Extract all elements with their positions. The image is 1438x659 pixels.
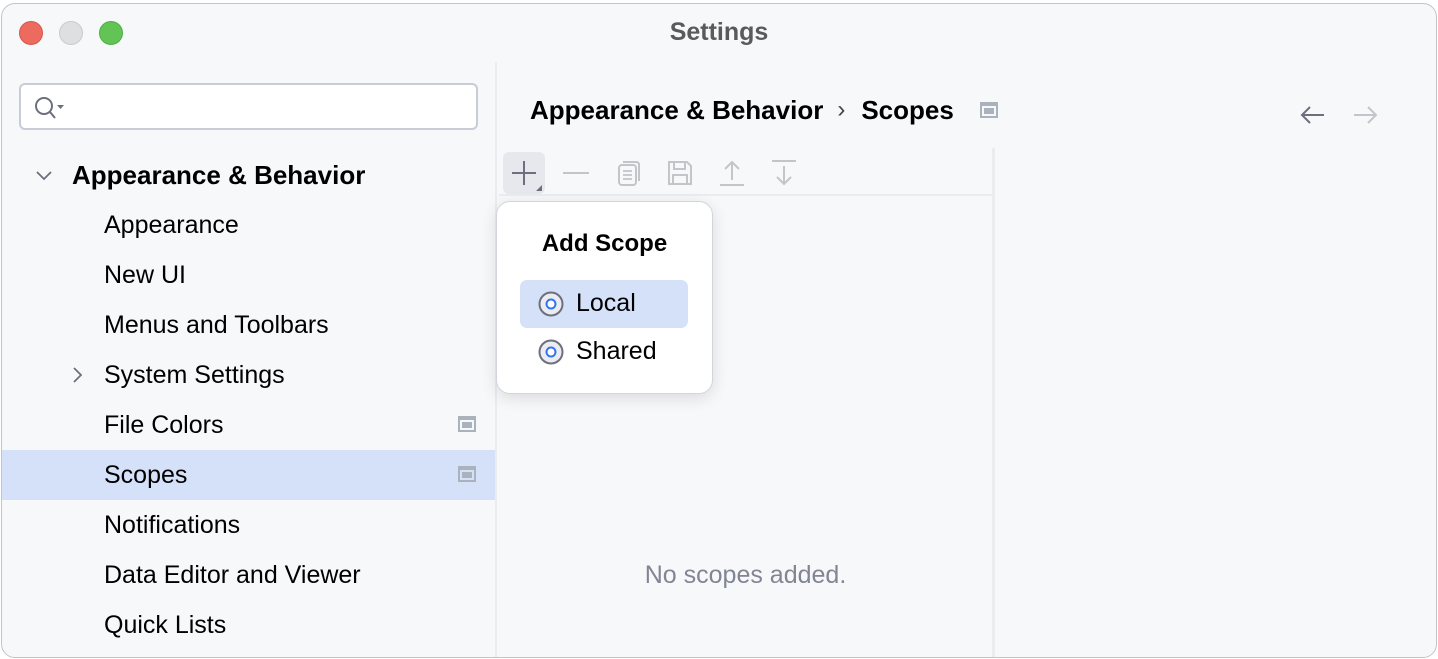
popup-title: Add Scope [541, 230, 668, 257]
tree-item-appearance-behavior[interactable]: Appearance & Behavior [2, 150, 495, 200]
tree-item-label: File Colors [104, 411, 224, 439]
move-up-icon [720, 160, 744, 186]
copy-icon [618, 161, 640, 186]
tree-item-label: Scopes [104, 461, 188, 489]
remove-scope-button[interactable] [555, 152, 597, 194]
move-up-button[interactable] [711, 152, 753, 194]
add-scope-button[interactable] [503, 152, 545, 194]
copy-scope-button[interactable] [607, 152, 649, 194]
popup-item-label: Local [576, 289, 636, 317]
tree-item-file-colors[interactable]: File Colors [2, 400, 495, 450]
settings-sidebar: Appearance & Behavior Appearance New UI … [2, 62, 495, 657]
tree-item-appearance[interactable]: Appearance [2, 200, 495, 250]
forward-arrow-icon[interactable] [1350, 100, 1380, 130]
tree-item-data-editor-viewer[interactable]: Data Editor and Viewer [2, 550, 495, 600]
tree-item-label: Appearance & Behavior [72, 160, 366, 190]
project-level-icon [458, 466, 476, 482]
save-scope-button[interactable] [659, 152, 701, 194]
tree-item-scopes[interactable]: Scopes [2, 450, 495, 500]
project-level-icon [458, 416, 476, 432]
title-bar: Settings [2, 4, 1436, 62]
tree-item-label: New UI [104, 261, 186, 289]
add-scope-popup: Add Scope Local Shared [496, 201, 713, 394]
tree-item-label: Quick Lists [104, 611, 227, 639]
plus-icon [512, 161, 542, 191]
tree-item-quick-lists[interactable]: Quick Lists [2, 600, 495, 650]
breadcrumb-item-scopes: Scopes [861, 94, 954, 125]
tree-item-menus-toolbars[interactable]: Menus and Toolbars [2, 300, 495, 350]
popup-item-local[interactable]: Local [520, 280, 688, 328]
popup-item-label: Shared [576, 337, 657, 365]
scope-shared-icon [538, 339, 564, 365]
settings-tree: Appearance & Behavior Appearance New UI … [2, 150, 495, 650]
breadcrumb: Appearance & Behavior › Scopes [530, 90, 998, 130]
breadcrumb-item-appearance-behavior[interactable]: Appearance & Behavior [530, 95, 823, 126]
move-down-icon [772, 160, 796, 186]
settings-window: Settings Appearance & Behavior Appearanc… [1, 3, 1437, 658]
empty-state-text: No scopes added. [644, 561, 847, 589]
tree-item-label: Data Editor and Viewer [104, 561, 361, 589]
panel-splitter[interactable] [992, 148, 995, 657]
chevron-down-icon[interactable] [34, 150, 54, 200]
scopes-toolbar [499, 148, 992, 196]
move-down-button[interactable] [763, 152, 805, 194]
popup-item-shared[interactable]: Shared [520, 328, 688, 376]
tree-item-label: Appearance [104, 211, 239, 239]
tree-item-notifications[interactable]: Notifications [2, 500, 495, 550]
tree-item-label: Menus and Toolbars [104, 311, 329, 339]
breadcrumb-separator: › [837, 96, 846, 123]
scope-local-icon [538, 291, 564, 317]
window-title: Settings [669, 18, 769, 46]
tree-item-new-ui[interactable]: New UI [2, 250, 495, 300]
project-level-icon [979, 102, 998, 118]
chevron-right-icon[interactable] [68, 350, 88, 400]
tree-item-system-settings[interactable]: System Settings [2, 350, 495, 400]
minus-icon [563, 172, 589, 174]
search-icon[interactable] [33, 95, 69, 121]
tree-item-label: System Settings [104, 361, 285, 389]
tree-item-label: Notifications [104, 511, 241, 539]
save-icon [668, 161, 692, 185]
back-arrow-icon[interactable] [1298, 100, 1328, 130]
settings-search-input[interactable] [19, 83, 478, 130]
